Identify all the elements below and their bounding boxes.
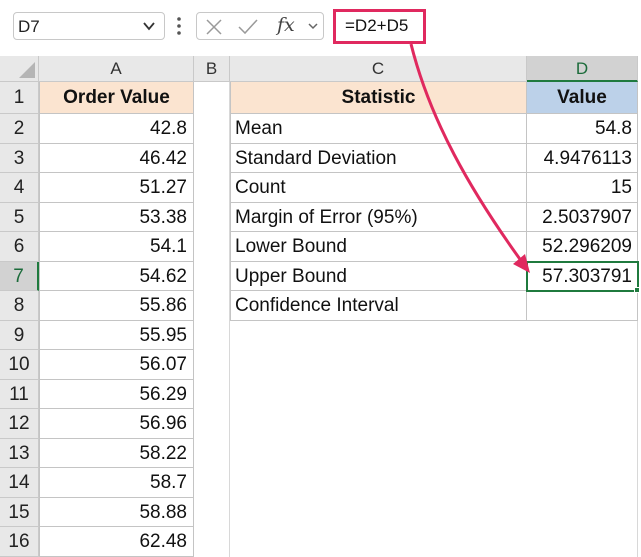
- statistic-value-mean[interactable]: 54.8: [527, 114, 638, 144]
- row-header-15[interactable]: 15: [0, 498, 39, 527]
- table-cell[interactable]: 58.22: [39, 439, 194, 468]
- row-header-14[interactable]: 14: [0, 468, 39, 498]
- column-header-c[interactable]: C: [230, 56, 527, 82]
- table-cell[interactable]: 56.07: [39, 350, 194, 380]
- row-header-5[interactable]: 5: [0, 203, 39, 232]
- row-header-1[interactable]: 1: [0, 82, 39, 114]
- table-cell[interactable]: 58.88: [39, 498, 194, 527]
- insert-function-button[interactable]: fx: [277, 14, 295, 36]
- table-cell[interactable]: 55.95: [39, 321, 194, 350]
- table-cell[interactable]: 54.1: [39, 232, 194, 262]
- more-options-icon[interactable]: [174, 14, 184, 38]
- table-cell[interactable]: 58.7: [39, 468, 194, 498]
- row-header-3[interactable]: 3: [0, 144, 39, 173]
- table-cell[interactable]: 46.42: [39, 144, 194, 173]
- row-header-16[interactable]: 16: [0, 527, 39, 557]
- formula-bar: D7 fx =D2+D5: [0, 0, 641, 53]
- table-cell[interactable]: 56.29: [39, 380, 194, 409]
- statistic-value-confidence-interval[interactable]: [527, 291, 638, 321]
- column-header-a[interactable]: A: [39, 56, 194, 82]
- value-header[interactable]: Value: [527, 82, 638, 114]
- row-header-11[interactable]: 11: [0, 380, 39, 409]
- gridline: [637, 321, 638, 557]
- statistic-label-margin-of-error[interactable]: Margin of Error (95%): [230, 203, 527, 232]
- chevron-down-icon[interactable]: [142, 19, 156, 33]
- statistic-label-count[interactable]: Count: [230, 173, 527, 203]
- column-header-d[interactable]: D: [527, 56, 638, 82]
- row-header-10[interactable]: 10: [0, 350, 39, 380]
- order-value-header[interactable]: Order Value: [39, 82, 194, 114]
- statistic-header[interactable]: Statistic: [230, 82, 527, 114]
- name-box-value: D7: [18, 17, 40, 36]
- row-header-7[interactable]: 7: [0, 262, 39, 291]
- fill-handle[interactable]: [634, 287, 640, 293]
- name-box[interactable]: D7: [13, 12, 165, 40]
- table-cell[interactable]: 51.27: [39, 173, 194, 203]
- enter-check-icon[interactable]: [237, 18, 259, 36]
- active-cell-selection: [526, 261, 639, 292]
- table-cell[interactable]: 55.86: [39, 291, 194, 321]
- select-all-icon: [19, 62, 35, 78]
- statistic-value-margin-of-error[interactable]: 2.5037907: [527, 203, 638, 232]
- statistic-label-confidence-interval[interactable]: Confidence Interval: [230, 291, 527, 321]
- statistic-label-mean[interactable]: Mean: [230, 114, 527, 144]
- statistic-label-upper-bound[interactable]: Upper Bound: [230, 262, 527, 291]
- statistic-value-lower-bound[interactable]: 52.296209: [527, 232, 638, 262]
- row-header-2[interactable]: 2: [0, 114, 39, 144]
- select-all-corner[interactable]: [0, 56, 39, 82]
- statistic-label-lower-bound[interactable]: Lower Bound: [230, 232, 527, 262]
- row-header-6[interactable]: 6: [0, 232, 39, 262]
- table-cell[interactable]: 56.96: [39, 409, 194, 439]
- row-header-9[interactable]: 9: [0, 321, 39, 350]
- table-cell[interactable]: 42.8: [39, 114, 194, 144]
- formula-controls: fx: [196, 12, 324, 40]
- statistic-value-count[interactable]: 15: [527, 173, 638, 203]
- table-cell[interactable]: 62.48: [39, 527, 194, 557]
- row-header-13[interactable]: 13: [0, 439, 39, 468]
- cancel-icon[interactable]: [205, 18, 223, 36]
- row-header-12[interactable]: 12: [0, 409, 39, 439]
- column-header-b[interactable]: B: [194, 56, 230, 82]
- row-header-4[interactable]: 4: [0, 173, 39, 203]
- statistic-value-std-dev[interactable]: 4.9476113: [527, 144, 638, 173]
- row-header-8[interactable]: 8: [0, 291, 39, 321]
- table-cell[interactable]: 53.38: [39, 203, 194, 232]
- formula-highlight-box: [333, 9, 426, 44]
- chevron-down-icon[interactable]: [307, 20, 319, 32]
- table-cell[interactable]: 54.62: [39, 262, 194, 291]
- statistic-label-std-dev[interactable]: Standard Deviation: [230, 144, 527, 173]
